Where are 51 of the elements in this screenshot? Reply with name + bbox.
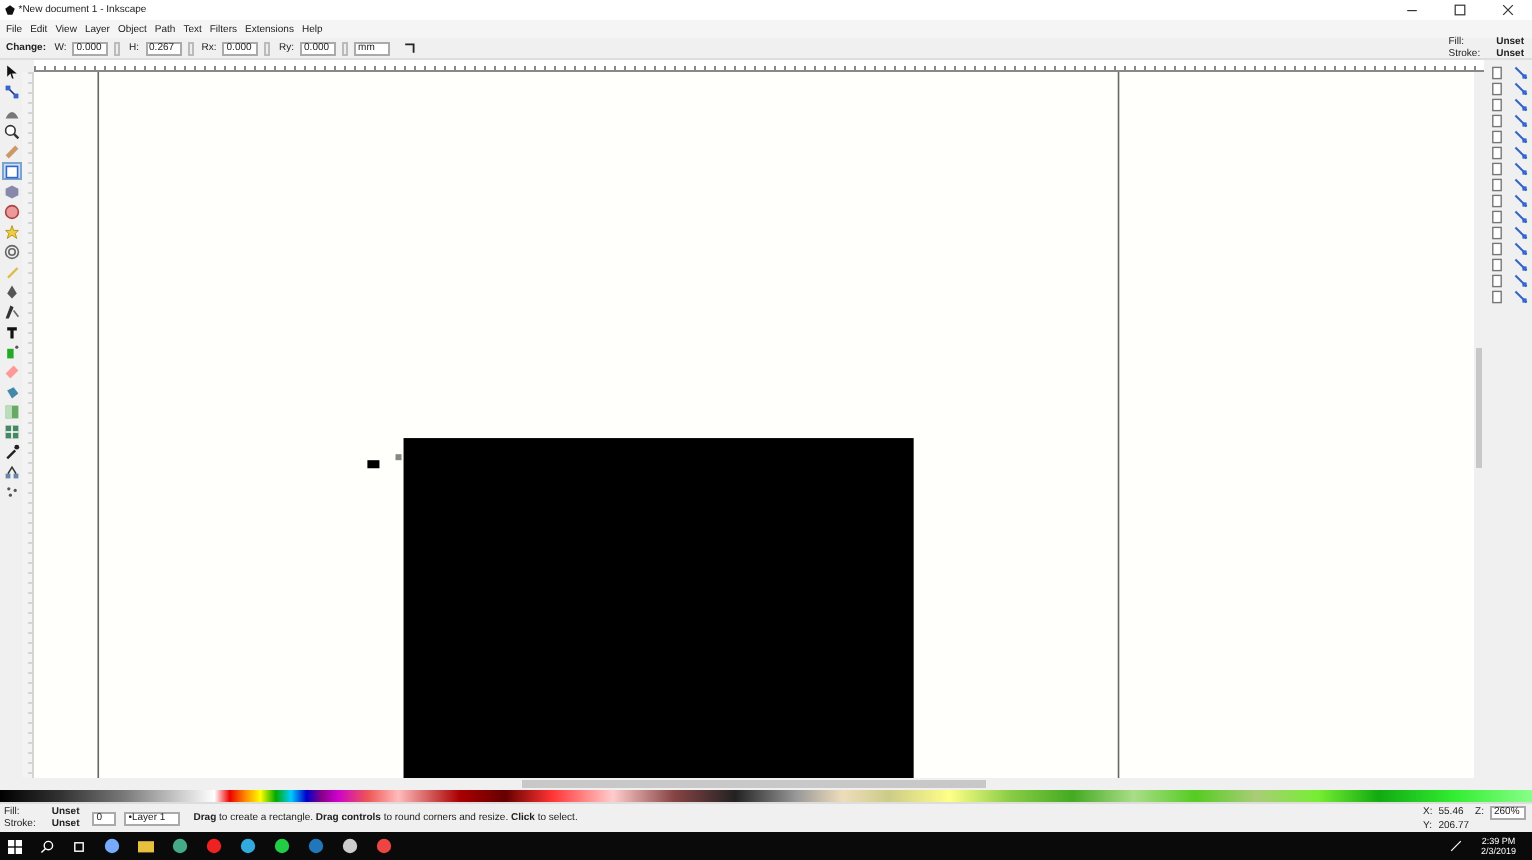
snap-line-icon[interactable] <box>1513 98 1527 112</box>
snap-line-icon[interactable] <box>1513 194 1527 208</box>
snap-line-icon[interactable] <box>1513 130 1527 144</box>
network-icon[interactable] <box>1450 840 1463 852</box>
snap-line-icon[interactable] <box>1513 82 1527 96</box>
app-icon[interactable] <box>274 838 290 854</box>
snap-line-icon[interactable] <box>1513 114 1527 128</box>
close-icon[interactable] <box>1502 4 1514 16</box>
rectangle-shape[interactable] <box>367 460 380 469</box>
node-tool-button[interactable] <box>1 82 21 100</box>
app-icon[interactable] <box>104 838 120 854</box>
dropper-tool-button[interactable] <box>1 442 21 460</box>
folder-icon[interactable] <box>138 838 154 854</box>
square-tool-button[interactable] <box>1 162 21 180</box>
bucket-tool-button[interactable] <box>1 382 21 400</box>
pen-tool-button[interactable] <box>1 282 21 300</box>
snap-line-icon[interactable] <box>1513 290 1527 304</box>
star-tool-button[interactable] <box>1 222 21 240</box>
snap-line-icon[interactable] <box>1513 162 1527 176</box>
mesh-tool-button[interactable] <box>1 422 21 440</box>
snap-line-icon[interactable] <box>1513 66 1527 80</box>
calligraphy-tool-button[interactable] <box>1 302 21 320</box>
windows-icon[interactable] <box>8 839 22 853</box>
spray-dots-tool-button[interactable] <box>1 482 21 500</box>
app-icon[interactable] <box>376 838 392 854</box>
color-palette[interactable] <box>0 790 1532 802</box>
maximize-icon[interactable] <box>1454 4 1466 16</box>
spiral-tool-button[interactable] <box>1 242 21 260</box>
app-icon[interactable] <box>342 838 358 854</box>
cube-tool-button[interactable] <box>1 182 21 200</box>
search-icon[interactable] <box>40 839 54 853</box>
minimize-icon[interactable] <box>1406 4 1418 16</box>
snap-line-icon[interactable] <box>1513 274 1527 288</box>
arrow-tool-button[interactable] <box>1 62 21 80</box>
corner-icon[interactable] <box>404 42 417 54</box>
snap-line-icon[interactable] <box>1513 210 1527 224</box>
zoom-tool-button[interactable] <box>1 122 21 140</box>
snap-line-icon[interactable] <box>1513 146 1527 160</box>
snap-line-icon[interactable] <box>1513 178 1527 192</box>
snap-line-icon[interactable] <box>1513 226 1527 240</box>
snap-line-icon[interactable] <box>1513 242 1527 256</box>
snap-line-icon[interactable] <box>1513 258 1527 272</box>
resize-handle[interactable] <box>395 454 402 461</box>
connector-tool-button[interactable] <box>1 462 21 480</box>
app-icon[interactable] <box>172 838 188 854</box>
circle-tool-button[interactable] <box>1 202 21 220</box>
app-icon[interactable] <box>240 838 256 854</box>
app-logo-icon <box>4 4 16 16</box>
text-tool-button[interactable] <box>1 322 21 340</box>
gradient-tool-button[interactable] <box>1 402 21 420</box>
task-view-icon[interactable] <box>72 839 86 853</box>
